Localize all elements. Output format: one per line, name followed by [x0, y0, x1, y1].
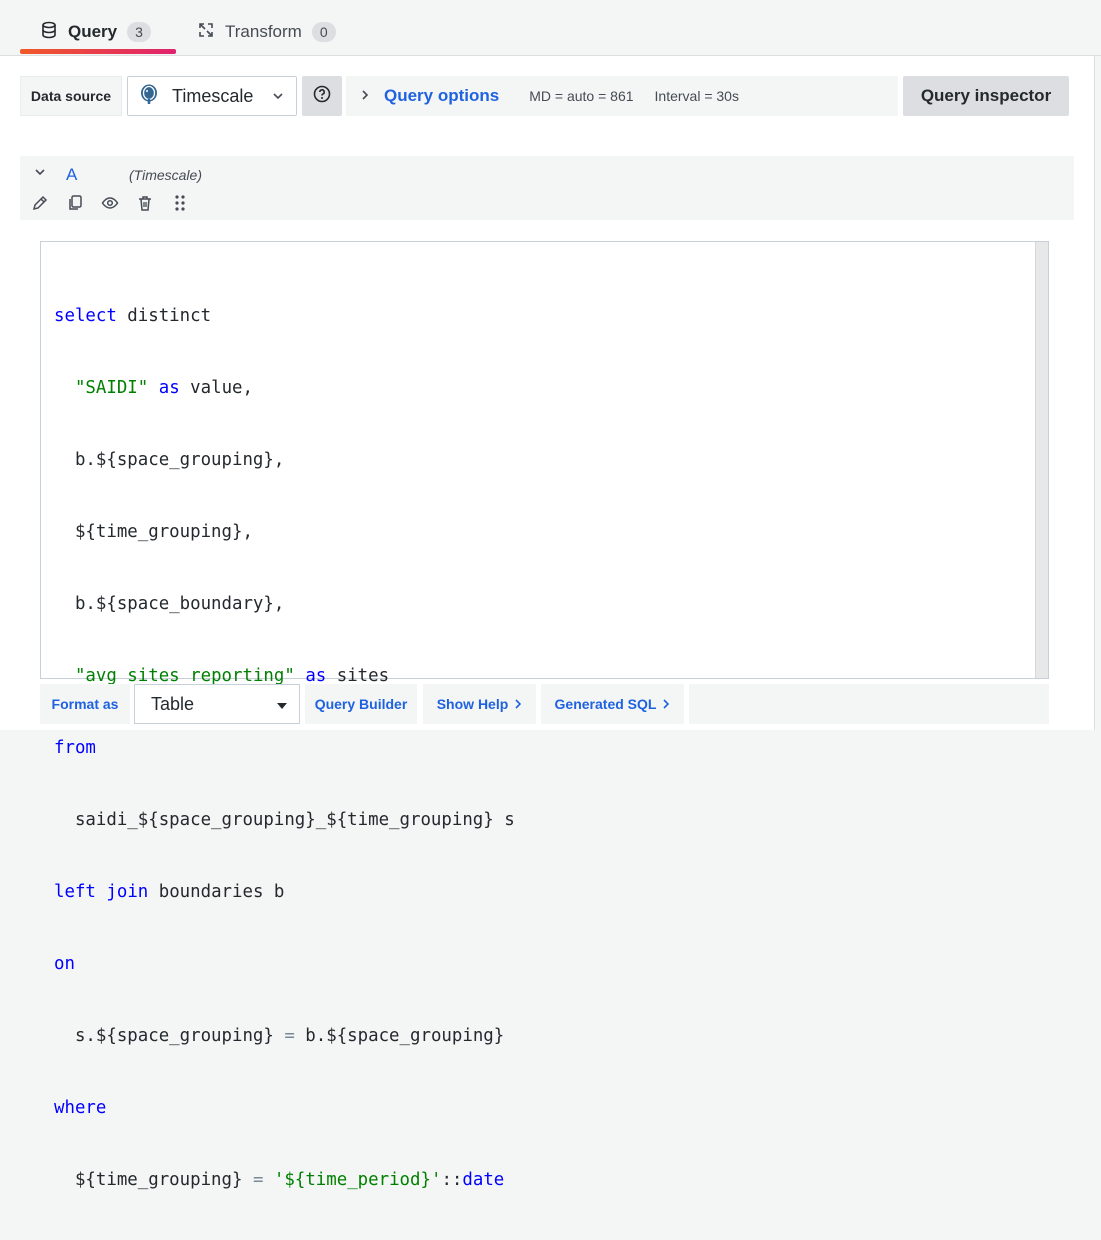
query-builder-label: Query Builder [314, 696, 408, 712]
eye-icon[interactable] [100, 193, 120, 213]
query-panel: Data source Timescale Query options MD =… [0, 56, 1095, 1190]
caret-down-icon [277, 703, 287, 709]
chevron-right-icon [514, 696, 522, 712]
query-datasource-name: (Timescale) [129, 167, 202, 183]
tab-bar: Query 3 Transform 0 [0, 0, 1101, 56]
query-ref-id[interactable]: A [66, 165, 77, 185]
query-options-bar[interactable]: Query options MD = auto = 861 Interval =… [346, 76, 898, 116]
format-as-select[interactable]: Table [134, 684, 300, 724]
trash-icon[interactable] [135, 193, 155, 213]
code-line: where [54, 1098, 107, 1118]
code-line: saidi_${space_grouping}_${time_grouping}… [54, 810, 515, 830]
sql-code-editor[interactable]: select distinct "SAIDI" as value, b.${sp… [40, 241, 1049, 1190]
show-help-label: Show Help [436, 696, 509, 712]
active-tab-indicator [20, 49, 176, 54]
generated-sql-label: Generated SQL [554, 696, 657, 712]
chevron-right-icon [360, 89, 370, 104]
footer-spacer [689, 684, 1049, 724]
code-line: select distinct [54, 306, 212, 326]
chevron-down-icon [272, 89, 284, 105]
show-help-button[interactable]: Show Help [423, 684, 536, 724]
code-line: b.${space_boundary}, [54, 594, 285, 614]
query-footer-toolbar: Format as Table Query Builder Show Help … [40, 684, 1049, 724]
copy-icon[interactable] [65, 193, 85, 213]
tab-transform[interactable]: Transform 0 [197, 12, 336, 52]
collapse-chevron-icon[interactable] [34, 166, 46, 181]
code-line: "SAIDI" as value, [74, 378, 253, 398]
code-line: on [54, 954, 75, 974]
generated-sql-button[interactable]: Generated SQL [541, 684, 684, 724]
tab-transform-count: 0 [311, 22, 336, 42]
max-data-points: MD = auto = 861 [529, 88, 634, 104]
database-icon [40, 21, 58, 44]
data-source-picker[interactable]: Timescale [127, 76, 297, 116]
editor-scrollbar[interactable] [1035, 242, 1048, 678]
interval-value: Interval = 30s [654, 88, 739, 104]
query-row-header: A (Timescale) [20, 156, 1074, 220]
postgres-logo-icon [138, 83, 160, 110]
chevron-right-icon [662, 696, 670, 712]
query-options-title[interactable]: Query options [384, 86, 499, 106]
pencil-icon[interactable] [30, 193, 50, 213]
code-line: left join boundaries b [54, 882, 285, 902]
format-as-value: Table [151, 693, 195, 714]
code-line: b.${space_grouping}, [54, 450, 285, 470]
code-line: s.${space_grouping} = b.${space_grouping… [54, 1026, 505, 1046]
data-source-help-button[interactable] [302, 76, 342, 116]
drag-handle-icon[interactable] [170, 193, 190, 213]
code-line: ${time_grouping}, [54, 522, 253, 542]
tab-query-count: 3 [127, 22, 151, 42]
code-line: ${time_grouping} = '${time_period}'::dat… [54, 1170, 505, 1190]
data-source-label: Data source [20, 76, 122, 116]
format-as-label: Format as [40, 684, 130, 724]
query-inspector-button[interactable]: Query inspector [903, 76, 1069, 116]
sql-code[interactable]: select distinct "SAIDI" as value, b.${sp… [54, 256, 515, 1240]
transform-icon [197, 21, 215, 44]
data-source-value: Timescale [172, 85, 254, 106]
tab-query-label: Query [68, 22, 118, 41]
question-circle-icon [313, 85, 331, 108]
code-line: from [54, 738, 96, 758]
query-builder-button[interactable]: Query Builder [305, 684, 417, 724]
query-row-actions [30, 193, 190, 213]
tab-query[interactable]: Query 3 [40, 12, 151, 52]
tab-transform-label: Transform [225, 22, 302, 41]
